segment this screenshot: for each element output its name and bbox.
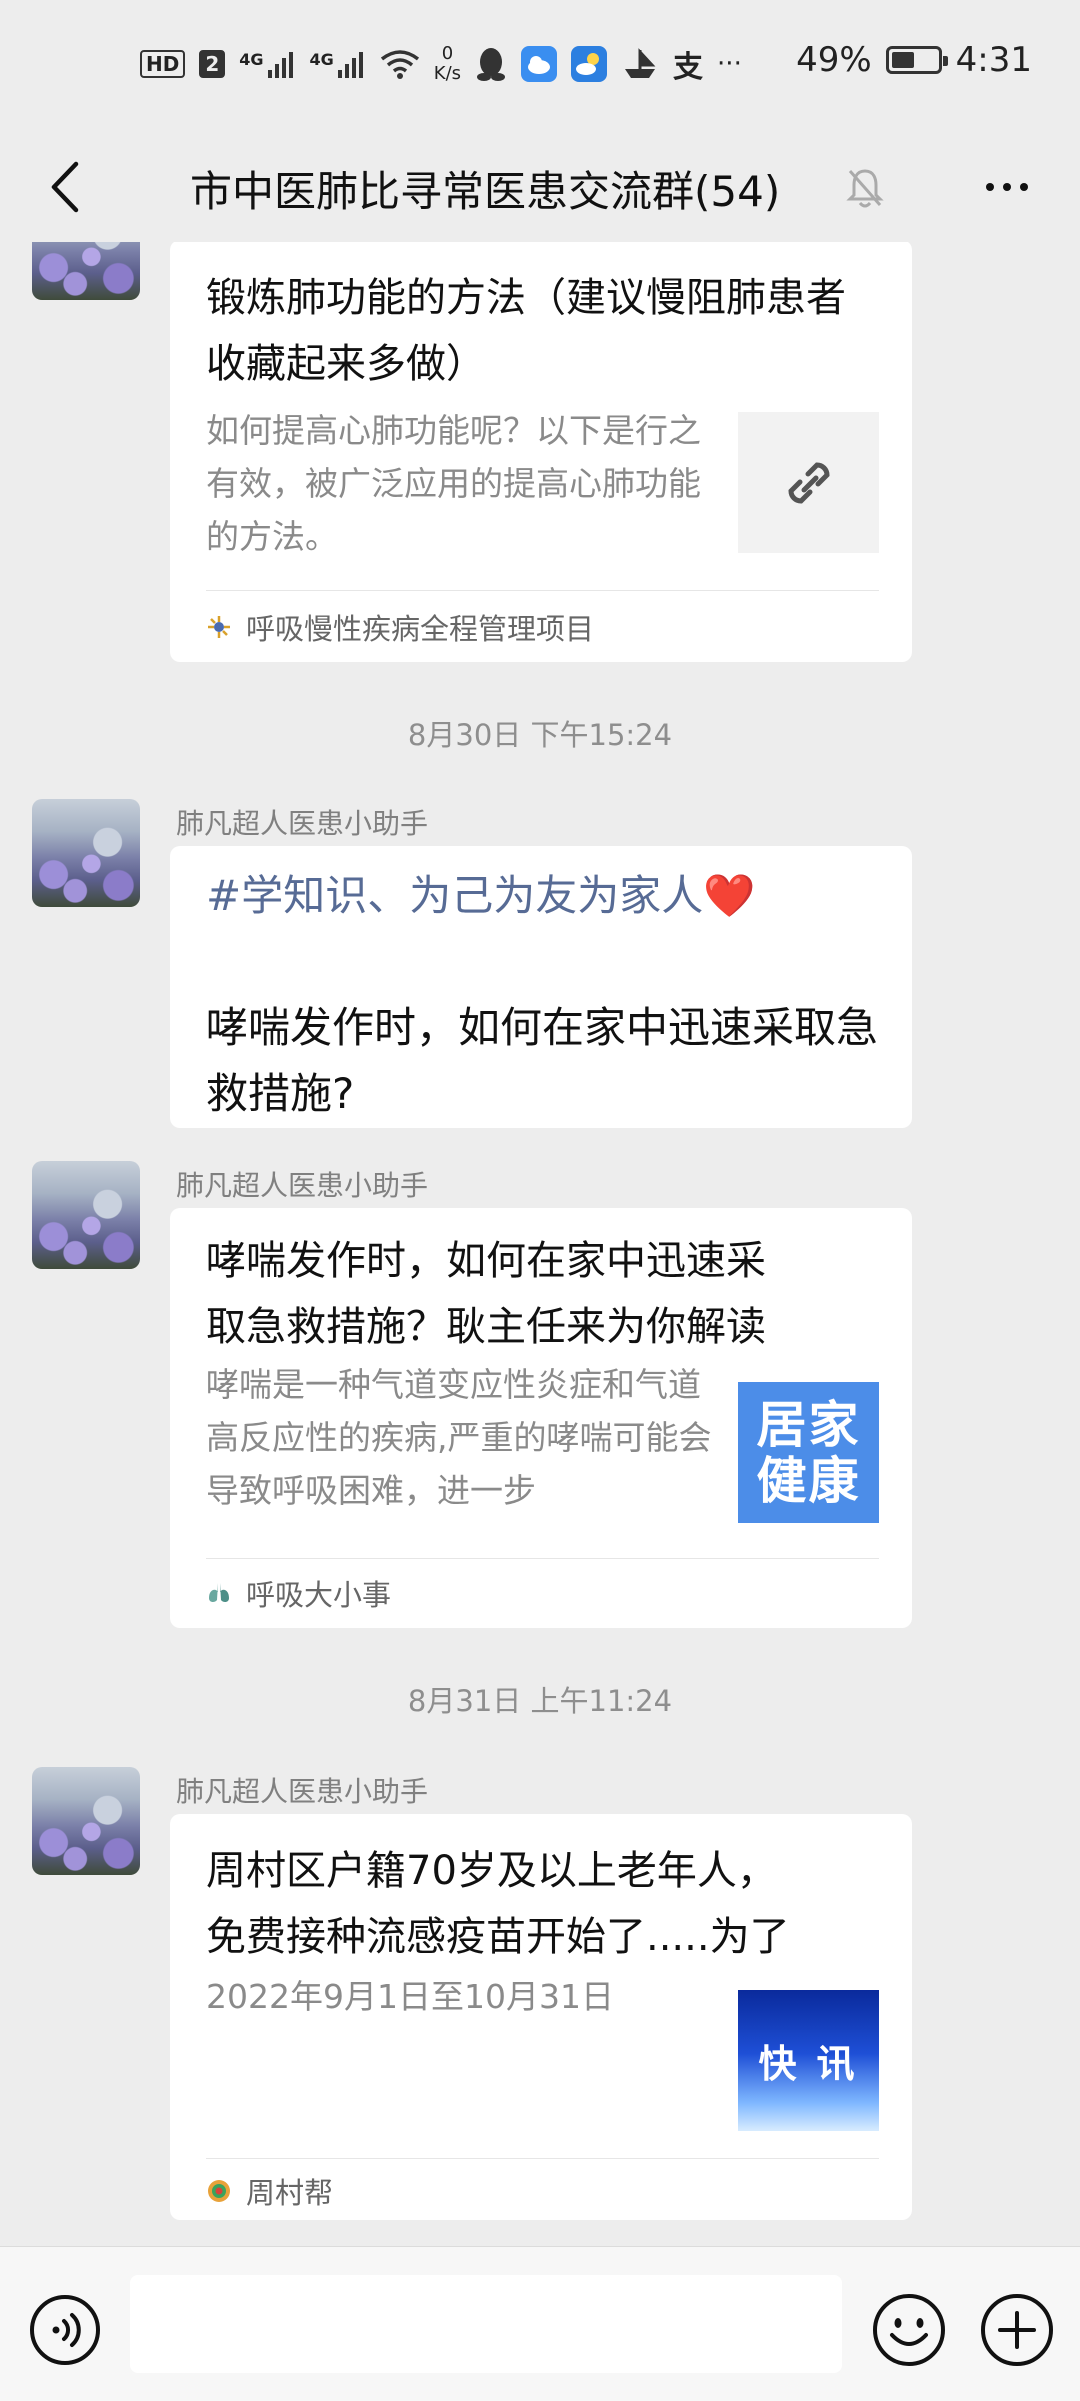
card-title: 哮喘发作时，如何在家中迅速采 取急救措施？耿主任来为你解读 [206, 1238, 766, 1350]
more-button[interactable] [972, 162, 1042, 212]
clock: 4:31 [955, 40, 1032, 80]
battery-icon [885, 46, 948, 74]
sender-name: 肺凡超人医患小助手 [176, 807, 429, 840]
card-description: 2022年9月1日至10月31日 [206, 1977, 614, 2016]
status-left-icons: HD 2 4G 4G 0 K/s 支 ··· [140, 42, 742, 86]
voice-icon[interactable] [28, 2293, 102, 2367]
timestamp: 8月30日 下午15:24 [407, 718, 673, 752]
card-title: 锻炼肺功能的方法（建议慢阻肺患者收藏起来多做） [206, 275, 846, 387]
hd-indicator: HD [140, 50, 186, 78]
signal-4g-2: 4G [310, 50, 366, 78]
cloud-icon [521, 46, 558, 82]
status-right: 49% 4:31 [796, 40, 1032, 80]
battery-percent: 49% [796, 40, 872, 80]
card-description: 如何提高心肺功能呢？以下是行之有效，被广泛应用的提高心肺功能的方法。 [206, 411, 701, 556]
signal-bars-icon [337, 52, 363, 78]
link-card-message[interactable]: 锻炼肺功能的方法（建议慢阻肺患者收藏起来多做） 如何提高心肺功能呢？以下是行之有… [170, 242, 912, 662]
avatar[interactable] [32, 1767, 140, 1875]
qq-icon [477, 48, 506, 81]
card-thumbnail [738, 412, 879, 553]
heart-emoji: ❤️ [703, 871, 756, 920]
link-card-message[interactable]: 哮喘发作时，如何在家中迅速采 取急救措施？耿主任来为你解读 哮喘是一种气道变应性… [170, 1208, 912, 1628]
card-source: 呼吸慢性疾病全程管理项目 [206, 606, 594, 648]
back-arrow-icon [51, 161, 79, 213]
avatar[interactable] [32, 1161, 140, 1269]
avatar[interactable] [32, 799, 140, 907]
message-text: #学知识、为己为友为家人❤️ 哮喘发作时，如何在家中迅速采取急救措施? [206, 871, 879, 1118]
chat-header: 市中医肺比寻常医患交流群(54) [0, 132, 1080, 242]
sim-indicator: 2 [199, 50, 226, 78]
lungs-icon [209, 1583, 229, 1603]
card-source: 呼吸大小事 [206, 1572, 391, 1614]
text-message[interactable]: #学知识、为己为友为家人❤️ 哮喘发作时，如何在家中迅速采取急救措施? [170, 846, 912, 1128]
sender-name: 肺凡超人医患小助手 [176, 1169, 429, 1202]
card-title: 周村区户籍70岁及以上老年人， 免费接种流感疫苗开始了.....为了 [206, 1848, 790, 1960]
page-title: 市中医肺比寻常医患交流群(54) [190, 167, 781, 216]
signal-4g-1: 4G [239, 50, 295, 78]
hashtag-link[interactable]: #学知识、为己为友为家人 [206, 871, 703, 920]
chat-list[interactable]: 锻炼肺功能的方法（建议慢阻肺患者收藏起来多做） 如何提高心肺功能呢？以下是行之有… [0, 242, 1080, 2246]
divider [206, 1558, 879, 1559]
card-source: 周村帮 [206, 2170, 333, 2212]
source-logo-icon [208, 616, 230, 638]
back-button[interactable] [30, 152, 100, 222]
sender-name: 肺凡超人医患小助手 [176, 1775, 429, 1808]
signal-bars-icon [267, 52, 293, 78]
link-icon [787, 461, 830, 504]
more-dots-icon [986, 183, 994, 191]
plus-icon[interactable] [978, 2291, 1056, 2369]
message-input[interactable] [130, 2275, 842, 2373]
timestamp: 8月31日 上午11:24 [407, 1684, 673, 1718]
divider [206, 2158, 879, 2159]
card-thumbnail: 居家 健康 [738, 1382, 879, 1523]
emoji-icon[interactable] [870, 2291, 948, 2369]
more-indicators: ··· [717, 49, 742, 79]
weather-icon [571, 46, 608, 82]
status-bar: HD 2 4G 4G 0 K/s 支 ··· 49% 4:31 [0, 0, 1080, 132]
divider [206, 590, 879, 591]
card-thumbnail: 快讯 [738, 1990, 879, 2131]
input-bar [0, 2246, 1080, 2401]
net-speed: 0 K/s [433, 43, 462, 84]
wifi-icon [380, 50, 419, 79]
mute-bell-icon [846, 169, 884, 208]
avatar[interactable] [32, 242, 140, 300]
alipay-icon: 支 [673, 50, 704, 85]
source-logo-icon [208, 2180, 230, 2202]
link-card-message[interactable]: 周村区户籍70岁及以上老年人， 免费接种流感疫苗开始了.....为了 2022年… [170, 1814, 912, 2220]
app-icon-boat [625, 48, 656, 78]
card-description: 哮喘是一种气道变应性炎症和气道高反应性的疾病,严重的哮喘可能会导致呼吸困难，进一… [206, 1365, 712, 1510]
